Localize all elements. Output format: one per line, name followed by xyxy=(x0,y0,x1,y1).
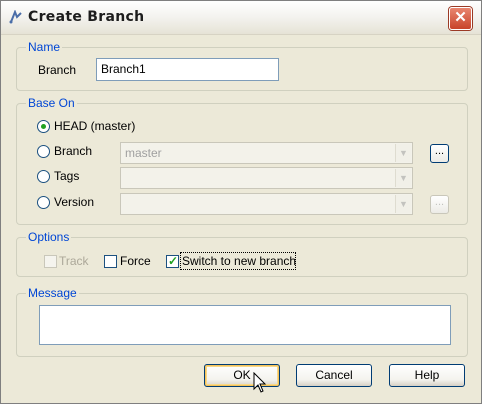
track-label[interactable]: Track xyxy=(59,254,89,268)
radio-branch-label[interactable]: Branch xyxy=(54,144,92,158)
options-legend: Options xyxy=(26,230,72,244)
branch-name-input[interactable]: Branch1 xyxy=(96,58,279,81)
message-legend: Message xyxy=(26,286,79,300)
git-app-icon xyxy=(9,10,22,24)
radio-head[interactable] xyxy=(37,120,50,133)
chevron-down-icon: ▼ xyxy=(395,195,411,213)
name-group: Name Branch Branch1 xyxy=(16,40,468,91)
title-bar: Create Branch ✕ xyxy=(1,1,481,35)
name-legend: Name xyxy=(26,40,63,54)
radio-version-label[interactable]: Version xyxy=(54,195,94,209)
help-button[interactable]: Help xyxy=(389,364,465,387)
create-branch-dialog: Create Branch ✕ Name Branch Branch1 Base… xyxy=(0,0,482,404)
chevron-down-icon: ▼ xyxy=(395,144,411,162)
check-icon: ✓ xyxy=(168,254,179,268)
branch-combo-value: master xyxy=(125,146,162,160)
chevron-down-icon: ▼ xyxy=(395,169,411,187)
force-label[interactable]: Force xyxy=(120,254,151,268)
close-icon: ✕ xyxy=(454,9,467,26)
switch-branch-label[interactable]: Switch to new branch xyxy=(182,254,296,268)
options-group: Options Track Force ✓ Switch to new bran… xyxy=(16,230,468,277)
base-on-group: Base On HEAD (master) Branch master ▼ ..… xyxy=(16,96,468,225)
browse-branch-button[interactable]: ... xyxy=(430,144,449,163)
version-combo[interactable]: ▼ xyxy=(120,193,413,215)
tags-combo[interactable]: ▼ xyxy=(120,167,413,189)
track-checkbox[interactable] xyxy=(44,255,57,268)
message-textarea[interactable] xyxy=(39,305,451,345)
branch-name-label: Branch xyxy=(38,63,77,77)
browse-version-button[interactable]: ... xyxy=(430,195,449,214)
force-checkbox[interactable] xyxy=(104,255,117,268)
radio-version[interactable] xyxy=(37,196,50,209)
close-button[interactable]: ✕ xyxy=(449,7,472,30)
radio-tags[interactable] xyxy=(37,170,50,183)
branch-combo[interactable]: master ▼ xyxy=(120,142,413,164)
dialog-title: Create Branch xyxy=(28,9,145,25)
message-group: Message xyxy=(16,286,468,357)
radio-head-label[interactable]: HEAD (master) xyxy=(54,119,135,133)
base-on-legend: Base On xyxy=(26,96,77,110)
switch-branch-checkbox[interactable]: ✓ xyxy=(166,254,179,268)
radio-branch[interactable] xyxy=(37,145,50,158)
mouse-pointer-icon xyxy=(253,372,267,393)
radio-tags-label[interactable]: Tags xyxy=(54,169,79,183)
cancel-button[interactable]: Cancel xyxy=(296,364,372,387)
ok-button[interactable]: OK xyxy=(204,364,280,387)
